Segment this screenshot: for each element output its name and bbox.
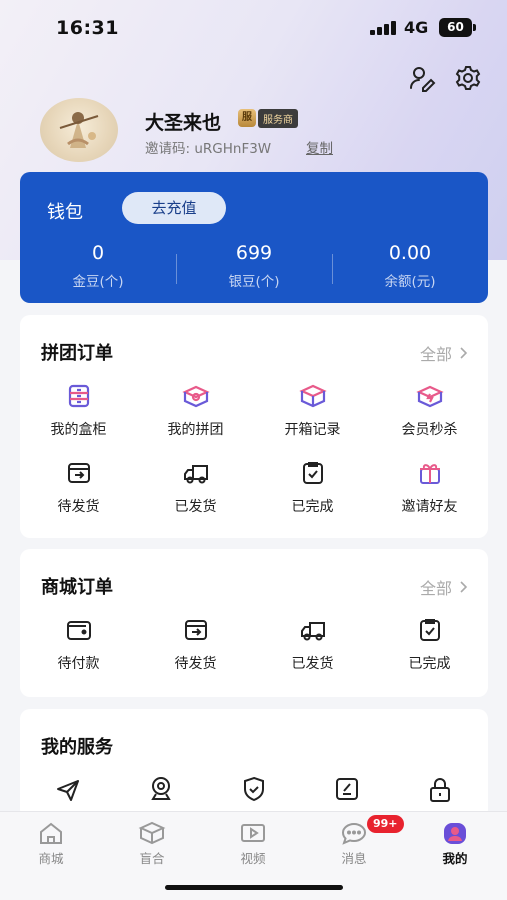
- open-box-record-item[interactable]: 开箱记录: [254, 383, 371, 439]
- pending-ship-item[interactable]: 待发货: [20, 460, 137, 516]
- send-icon[interactable]: [55, 777, 81, 803]
- item-label: 待发货: [57, 499, 100, 515]
- tab-label: 商城: [38, 851, 64, 866]
- silver-beans-label: 银豆(个): [228, 274, 280, 290]
- item-label: 我的拼团: [167, 422, 224, 438]
- tab-profile[interactable]: 我的: [420, 820, 490, 867]
- group-orders-all-link[interactable]: 全部: [420, 341, 468, 365]
- item-label: 待付款: [57, 656, 100, 672]
- completed-item[interactable]: 已完成: [371, 617, 488, 673]
- completed-icon: [302, 462, 323, 484]
- status-time: 16:31: [56, 17, 119, 39]
- completed-icon: [419, 619, 440, 641]
- lock-icon[interactable]: [427, 776, 453, 804]
- group-orders-card: 拼团订单 全部 我的盒柜 我的拼团 开箱记录 会员秒杀 待发货 已发货 已完成 …: [20, 315, 488, 538]
- copy-invite-button[interactable]: 复制: [306, 137, 333, 157]
- pending-payment-item[interactable]: 待付款: [20, 617, 137, 673]
- chevron-right-icon: [460, 581, 468, 593]
- edit-square-icon[interactable]: [334, 776, 360, 802]
- wallet-title: 钱包: [47, 202, 83, 223]
- invite-friends-item[interactable]: 邀请好友: [371, 460, 488, 516]
- my-group-item[interactable]: 我的拼团: [137, 383, 254, 439]
- network-label: 4G: [404, 18, 429, 37]
- chat-icon: [341, 822, 367, 845]
- battery-icon: 60: [439, 18, 476, 37]
- flash-sale-icon: [415, 385, 444, 408]
- item-label: 已发货: [174, 499, 217, 515]
- gold-beans-label: 金豆(个): [72, 274, 124, 290]
- services-title: 我的服务: [41, 737, 113, 758]
- services-card: 我的服务: [20, 709, 488, 819]
- invite-code: 邀请码: uRGHnF3W: [145, 141, 272, 157]
- silver-beans-stat[interactable]: 699 银豆(个): [176, 242, 332, 290]
- group-box-icon: [181, 385, 210, 408]
- wallet-card: 钱包 去充值 0 金豆(个) 699 银豆(个) 0.00 余额(元): [20, 172, 488, 303]
- truck-icon: [300, 622, 325, 641]
- mall-orders-card: 商城订单 全部 待付款 待发货 已发货 已完成: [20, 549, 488, 697]
- mall-orders-all-link[interactable]: 全部: [420, 575, 468, 599]
- member-flash-sale-item[interactable]: 会员秒杀: [371, 383, 488, 439]
- mall-orders-title: 商城订单: [41, 577, 113, 598]
- gear-icon[interactable]: [454, 64, 482, 92]
- box-icon: [138, 821, 166, 845]
- pending-ship-item[interactable]: 待发货: [137, 617, 254, 673]
- tab-video[interactable]: 视频: [218, 820, 288, 867]
- shipped-item[interactable]: 已发货: [137, 460, 254, 516]
- open-box-icon: [298, 384, 327, 408]
- avatar[interactable]: [40, 98, 118, 162]
- badge-label: 服务商: [258, 108, 298, 128]
- status-bar: 16:31 4G 60: [0, 0, 507, 56]
- service-provider-badge: 服 服务商: [238, 108, 298, 128]
- item-label: 开箱记录: [284, 422, 341, 438]
- tab-label: 我的: [442, 851, 468, 866]
- signal-icon: [370, 21, 398, 35]
- all-label: 全部: [419, 579, 452, 598]
- shipped-item[interactable]: 已发货: [254, 617, 371, 673]
- balance-label: 余额(元): [384, 274, 436, 290]
- item-label: 会员秒杀: [401, 422, 458, 438]
- item-label: 已完成: [408, 656, 451, 672]
- profile-icon: [444, 823, 466, 844]
- completed-item[interactable]: 已完成: [254, 460, 371, 516]
- item-label: 已完成: [291, 499, 334, 515]
- tab-blind-box[interactable]: 盲合: [117, 820, 187, 867]
- username: 大圣来也: [145, 112, 222, 134]
- cabinet-icon: [68, 384, 89, 408]
- chevron-right-icon: [460, 347, 468, 359]
- all-label: 全部: [419, 345, 452, 364]
- tab-label: 视频: [240, 851, 266, 866]
- recharge-button[interactable]: 去充值: [122, 192, 226, 224]
- shield-check-icon[interactable]: [241, 775, 267, 803]
- item-label: 我的盒柜: [50, 422, 107, 438]
- message-count-badge: 99+: [367, 815, 404, 833]
- tab-label: 盲合: [139, 851, 165, 866]
- item-label: 待发货: [174, 656, 217, 672]
- pending-ship-icon: [67, 463, 90, 483]
- pending-ship-icon: [184, 620, 207, 640]
- balance-stat[interactable]: 0.00 余额(元): [332, 242, 488, 290]
- badge-icon: 服: [238, 109, 256, 127]
- gift-icon: [419, 464, 440, 484]
- location-icon[interactable]: [148, 775, 174, 803]
- video-icon: [241, 824, 265, 842]
- tab-label: 消息: [341, 851, 367, 866]
- group-orders-title: 拼团订单: [41, 343, 113, 364]
- item-label: 邀请好友: [401, 499, 458, 515]
- my-cabinet-item[interactable]: 我的盒柜: [20, 383, 137, 439]
- user-edit-icon[interactable]: [408, 64, 436, 92]
- home-indicator: [165, 885, 343, 890]
- gold-beans-value: 0: [91, 242, 105, 264]
- wallet-icon: [66, 621, 91, 640]
- item-label: 已发货: [291, 656, 334, 672]
- truck-icon: [183, 465, 208, 484]
- tab-mall[interactable]: 商城: [16, 820, 86, 867]
- silver-beans-value: 699: [235, 242, 273, 264]
- balance-value: 0.00: [388, 242, 432, 264]
- home-icon: [40, 822, 62, 844]
- gold-beans-stat[interactable]: 0 金豆(个): [20, 242, 176, 290]
